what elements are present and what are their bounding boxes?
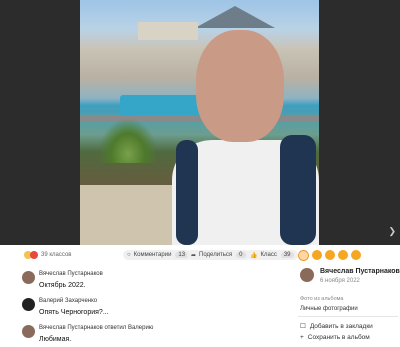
bookmark-button[interactable]: ☐ Добавить в закладки (300, 322, 373, 331)
reaction-picker[interactable] (298, 250, 361, 261)
comment-text: Опять Черногория?... (39, 309, 109, 316)
save-to-album-button[interactable]: + Сохранить в альбом (300, 334, 370, 341)
comment-text: Любимая. (39, 336, 72, 343)
comment-author[interactable]: Вячеслав Пустарнаков (39, 271, 103, 277)
author-name[interactable]: Вячеслав Пустарнаков (320, 268, 400, 275)
photo[interactable] (80, 0, 319, 245)
comment-text: Октябрь 2022. (39, 282, 86, 289)
avatar[interactable] (22, 325, 35, 338)
avatar[interactable] (22, 271, 35, 284)
save-label: Сохранить в альбом (307, 334, 370, 341)
share-button[interactable]: ➦ Поделиться 0 (187, 250, 250, 260)
reactions-summary[interactable]: 39 классов (24, 251, 71, 259)
comment-icon: ○ (127, 252, 131, 258)
comments-button[interactable]: ○ Комментарии 13 (123, 250, 193, 260)
photo-backpack-strap-left (176, 140, 198, 245)
heart-emoji-icon (30, 251, 38, 259)
photo-building (138, 22, 198, 40)
photo-person-head (196, 30, 284, 142)
bookmark-icon: ☐ (300, 323, 306, 330)
classes-count: 39 классов (41, 252, 72, 258)
photo-backpack-strap-right (280, 135, 316, 245)
klass-label: Класс (260, 252, 277, 258)
author-avatar[interactable] (300, 268, 314, 282)
bookmark-label: Добавить в закладки (309, 322, 373, 330)
album-caption: Фото из альбома (300, 296, 344, 302)
share-label: Поделиться (199, 252, 233, 258)
share-icon: ➦ (191, 252, 197, 259)
photo-plant (98, 118, 158, 163)
thumbs-up-icon: 👍 (250, 252, 258, 259)
photo-pool (120, 95, 200, 117)
comments-label: Комментарии (133, 252, 172, 258)
photo-mountain (195, 6, 275, 28)
comment-author[interactable]: Валерий Захарченко (39, 298, 97, 304)
next-photo-arrow-icon[interactable]: ❯ (388, 226, 396, 237)
comment-author[interactable]: Вячеслав Пустарнаков ответил Валерию (39, 325, 153, 331)
share-count: 0 (236, 252, 246, 258)
reaction-option-icon[interactable] (325, 250, 335, 260)
avatar[interactable] (22, 298, 35, 311)
reaction-option-icon[interactable] (351, 250, 361, 260)
klass-button[interactable]: 👍 Класс 39 (246, 250, 298, 260)
reaction-option-icon[interactable] (338, 250, 348, 260)
photo-viewer: ❯ (0, 0, 400, 245)
divider (298, 316, 398, 317)
plus-icon: + (300, 334, 304, 341)
klass-count: 39 (280, 252, 294, 258)
reaction-option-icon[interactable] (298, 250, 309, 261)
album-link[interactable]: Личные фотографии (300, 306, 358, 312)
photo-date: 6 ноября 2022 (320, 278, 360, 284)
reaction-option-icon[interactable] (312, 250, 322, 260)
